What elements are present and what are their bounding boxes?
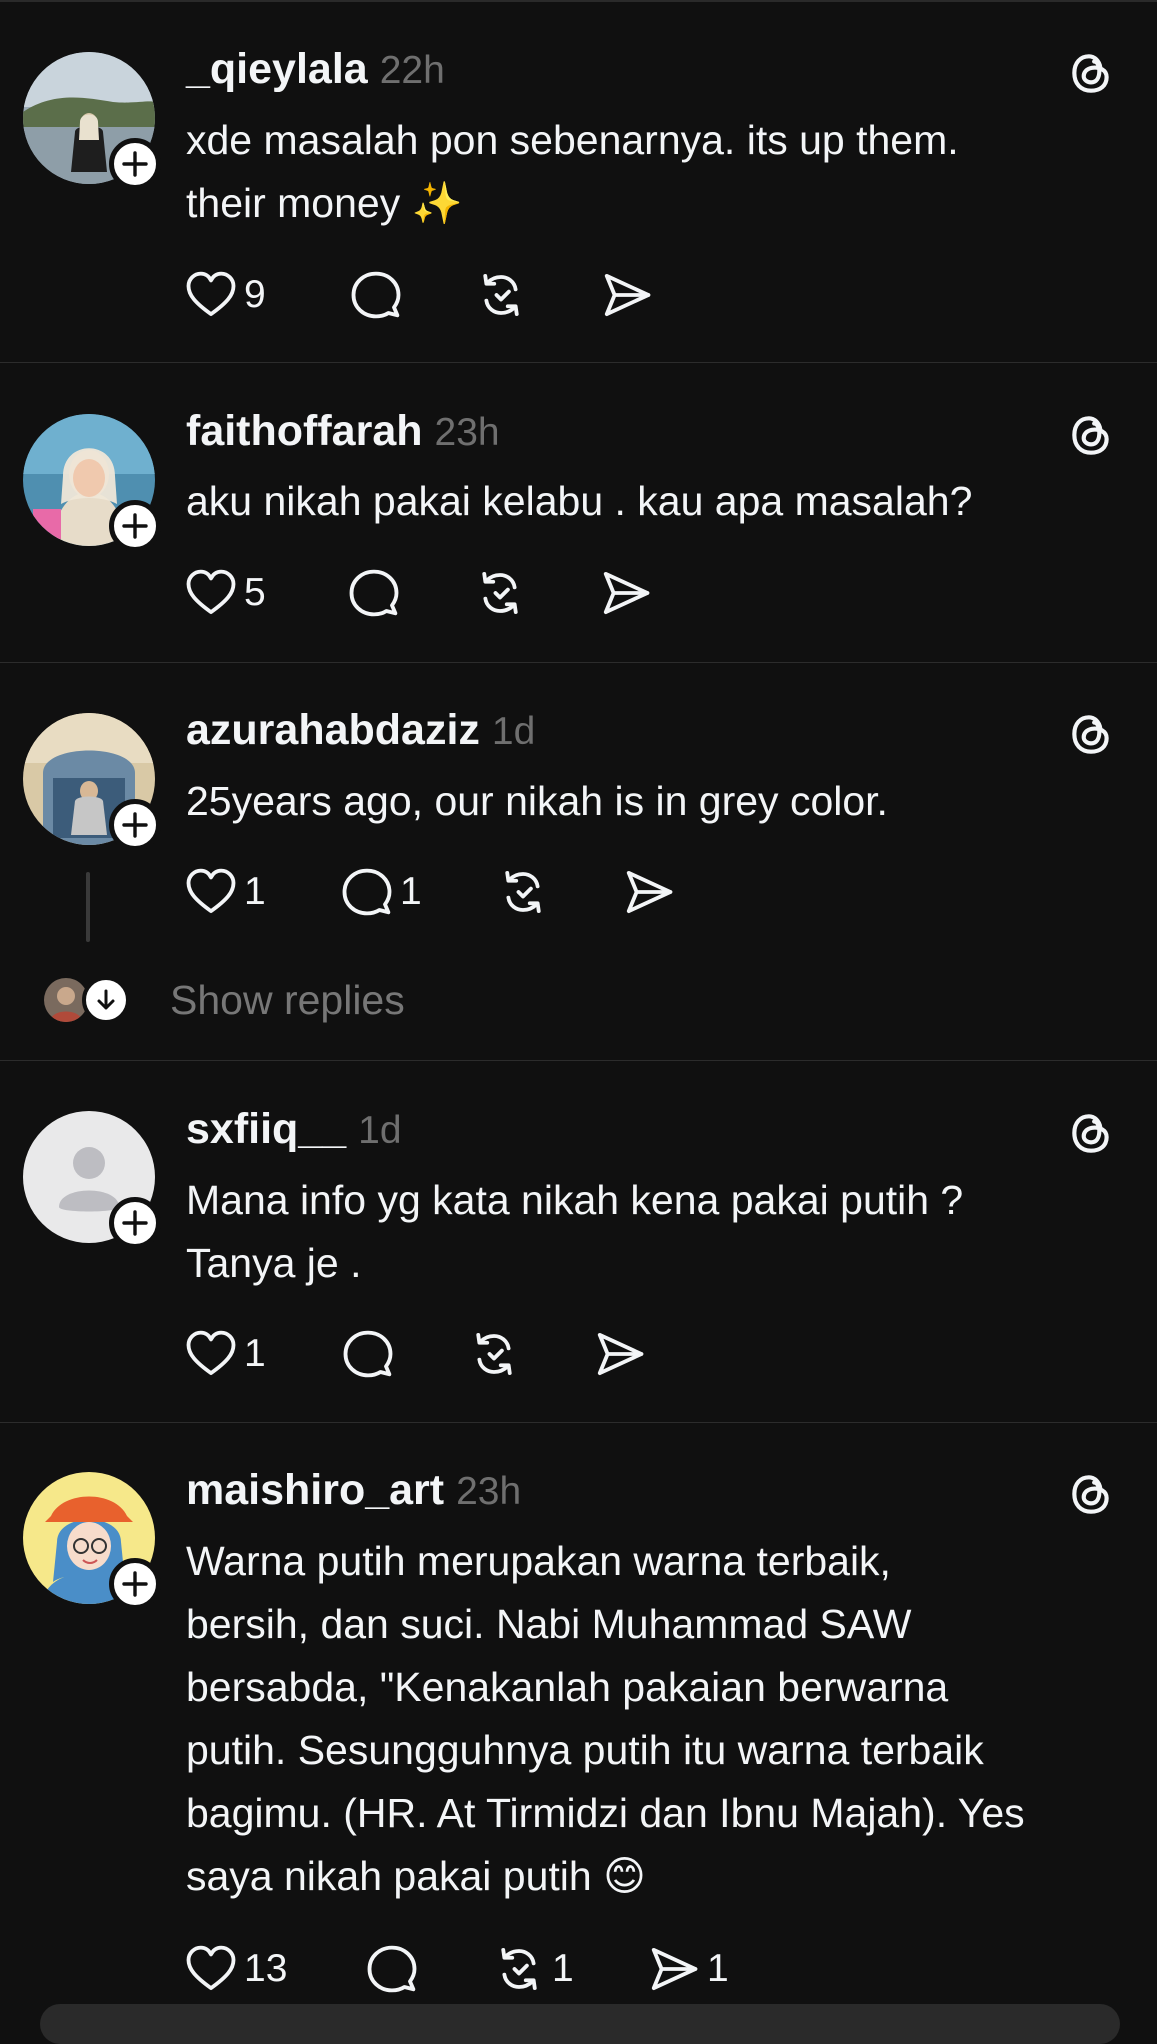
heart-icon bbox=[184, 1942, 238, 1996]
threads-logo-icon[interactable] bbox=[1066, 48, 1116, 98]
avatar[interactable] bbox=[23, 1111, 161, 1249]
avatar[interactable] bbox=[23, 1472, 161, 1610]
share-button[interactable] bbox=[600, 267, 654, 323]
heart-icon bbox=[184, 865, 238, 919]
repost-count: 1 bbox=[552, 1947, 574, 1990]
username[interactable]: faithoffarah bbox=[186, 407, 423, 456]
repost-button[interactable] bbox=[467, 1326, 521, 1382]
repost-icon bbox=[492, 1942, 546, 1996]
repost-icon bbox=[473, 566, 527, 620]
like-count: 1 bbox=[244, 870, 266, 913]
plus-icon bbox=[120, 1208, 150, 1238]
repost-icon bbox=[467, 1327, 521, 1381]
thread-connector-line bbox=[86, 872, 90, 942]
repost-icon bbox=[474, 268, 528, 322]
threads-logo-icon[interactable] bbox=[1066, 1108, 1116, 1158]
like-button[interactable]: 5 bbox=[184, 565, 266, 621]
timestamp: 23h bbox=[434, 411, 500, 454]
plus-icon bbox=[120, 810, 150, 840]
arrow-down-icon bbox=[93, 987, 119, 1013]
share-button[interactable]: 1 bbox=[647, 1941, 729, 1997]
follow-plus-button[interactable] bbox=[109, 799, 161, 851]
username[interactable]: sxfiiq__ bbox=[186, 1105, 346, 1154]
like-button[interactable]: 1 bbox=[184, 1326, 266, 1382]
heart-icon bbox=[184, 268, 238, 322]
comment-icon bbox=[349, 268, 403, 322]
follow-plus-button[interactable] bbox=[109, 138, 161, 190]
bottom-sheet-edge bbox=[40, 2004, 1120, 2044]
post-divider bbox=[0, 362, 1157, 363]
reply-button[interactable]: 1 bbox=[340, 864, 422, 920]
show-replies-label[interactable]: Show replies bbox=[170, 977, 405, 1024]
share-count: 1 bbox=[707, 1947, 729, 1990]
share-button[interactable] bbox=[599, 565, 653, 621]
like-count: 9 bbox=[244, 273, 266, 316]
comment-icon bbox=[365, 1942, 419, 1996]
heart-icon bbox=[184, 566, 238, 620]
arrow-down-badge bbox=[82, 976, 130, 1024]
plus-icon bbox=[120, 1569, 150, 1599]
top-divider bbox=[0, 0, 1157, 2]
repost-button[interactable] bbox=[474, 267, 528, 323]
like-count: 1 bbox=[244, 1332, 266, 1375]
comment-icon bbox=[340, 865, 394, 919]
heart-icon bbox=[184, 1327, 238, 1381]
post-divider bbox=[0, 1060, 1157, 1061]
username[interactable]: maishiro_art bbox=[186, 1466, 444, 1515]
post-text: 25years ago, our nikah is in grey color. bbox=[186, 778, 888, 824]
avatar[interactable] bbox=[23, 52, 161, 190]
post-text: Mana info yg kata nikah kena pakai putih… bbox=[186, 1177, 964, 1286]
share-icon bbox=[647, 1942, 701, 1996]
repost-button[interactable] bbox=[496, 864, 550, 920]
reply-count: 1 bbox=[400, 870, 422, 913]
post-divider bbox=[0, 662, 1157, 663]
reply-button[interactable] bbox=[365, 1941, 419, 1997]
threads-logo-icon[interactable] bbox=[1066, 410, 1116, 460]
username[interactable]: _qieylala bbox=[186, 45, 368, 94]
threads-logo-icon[interactable] bbox=[1066, 1469, 1116, 1519]
comment-icon bbox=[347, 566, 401, 620]
share-button[interactable] bbox=[593, 1326, 647, 1382]
reply-button[interactable] bbox=[347, 565, 401, 621]
reply-button[interactable] bbox=[341, 1326, 395, 1382]
comment-icon bbox=[341, 1327, 395, 1381]
follow-plus-button[interactable] bbox=[109, 1558, 161, 1610]
username[interactable]: azurahabdaziz bbox=[186, 706, 480, 755]
share-icon bbox=[599, 566, 653, 620]
avatar[interactable] bbox=[23, 713, 161, 851]
post-text: xde masalah pon sebenarnya. its up them.… bbox=[186, 117, 959, 226]
reply-button[interactable] bbox=[349, 267, 403, 323]
repost-button[interactable] bbox=[473, 565, 527, 621]
like-button[interactable]: 13 bbox=[184, 1941, 287, 1997]
show-replies-button[interactable]: Show replies bbox=[44, 972, 405, 1028]
like-count: 5 bbox=[244, 571, 266, 614]
follow-plus-button[interactable] bbox=[109, 500, 161, 552]
reply-avatars bbox=[44, 974, 136, 1026]
plus-icon bbox=[120, 511, 150, 541]
like-count: 13 bbox=[244, 1947, 288, 1990]
post-divider bbox=[0, 1422, 1157, 1423]
share-icon bbox=[600, 268, 654, 322]
timestamp: 1d bbox=[358, 1109, 402, 1152]
timestamp: 1d bbox=[491, 710, 536, 753]
share-icon bbox=[622, 865, 676, 919]
timestamp: 23h bbox=[456, 1470, 522, 1513]
follow-plus-button[interactable] bbox=[109, 1197, 161, 1249]
plus-icon bbox=[120, 149, 150, 179]
repost-icon bbox=[496, 865, 550, 919]
threads-logo-icon[interactable] bbox=[1066, 709, 1116, 759]
avatar[interactable] bbox=[23, 414, 161, 552]
timestamp: 22h bbox=[379, 49, 445, 92]
post-text: aku nikah pakai kelabu . kau apa masalah… bbox=[186, 478, 973, 524]
share-button[interactable] bbox=[622, 864, 676, 920]
post-text: Warna putih merupakan warna terbaik, ber… bbox=[186, 1538, 1025, 1899]
share-icon bbox=[593, 1327, 647, 1381]
like-button[interactable]: 9 bbox=[184, 267, 266, 323]
repost-button[interactable]: 1 bbox=[492, 1941, 574, 1997]
like-button[interactable]: 1 bbox=[184, 864, 266, 920]
